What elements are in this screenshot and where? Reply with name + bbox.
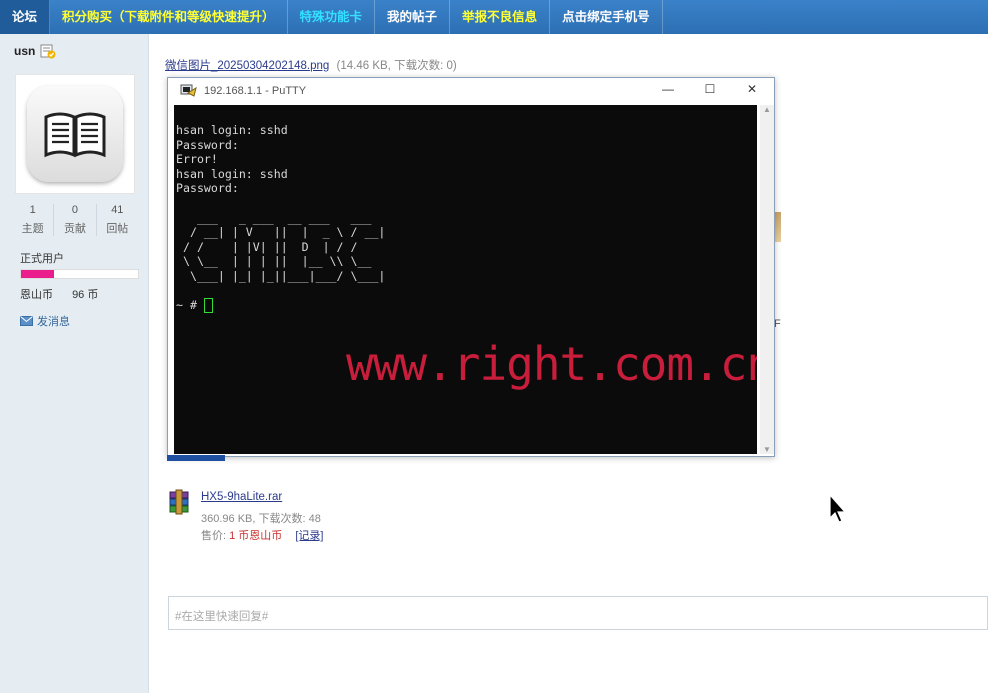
- image-attachment-name[interactable]: 微信图片_20250304202148.png: [165, 60, 329, 72]
- stat-topics-count: 1: [29, 204, 36, 216]
- stat-contribution-count: 0: [71, 204, 79, 216]
- image-attachment-link: 微信图片_20250304202148.png (14.46 KB, 下载次数:…: [165, 57, 457, 73]
- terminal-line: hsan login: sshd: [176, 123, 288, 137]
- avatar[interactable]: [15, 74, 135, 194]
- putty-titlebar: 192.168.1.1 - PuTTY — ☐ ✕: [168, 78, 774, 104]
- putty-window-image[interactable]: 192.168.1.1 - PuTTY — ☐ ✕ hsan login: ss…: [167, 77, 775, 457]
- stat-topics-label: 主题: [21, 223, 44, 235]
- terminal-line: \___| |_| |_||___|___/ \___|: [176, 268, 386, 283]
- terminal-scrollbar[interactable]: ▲ ▼: [760, 105, 774, 454]
- terminal-screen[interactable]: hsan login: sshd Password: Error! hsan l…: [174, 105, 757, 454]
- money-label: 恩山币: [20, 289, 53, 301]
- quick-reply-input[interactable]: #在这里快速回复#: [168, 596, 988, 630]
- level-progress-bar: [20, 269, 139, 279]
- envelope-icon: [20, 316, 33, 326]
- terminal-line: hsan login: sshd: [176, 166, 288, 181]
- rar-attachment-link[interactable]: HX5-9haLite.rar: [201, 491, 282, 503]
- minimize-button[interactable]: —: [658, 82, 678, 96]
- scroll-up-arrow-icon[interactable]: ▲: [760, 105, 774, 114]
- hidden-text-fragment: F: [774, 318, 781, 330]
- purchase-record-link[interactable]: [记录]: [295, 530, 323, 542]
- terminal-line: Password:: [176, 181, 239, 196]
- verified-user-icon: [40, 44, 56, 59]
- close-button[interactable]: ✕: [742, 82, 762, 96]
- terminal-cursor: [203, 298, 213, 314]
- watermark-text: www.right.com.cn: [346, 337, 757, 391]
- terminal-line: / __| | V || | _ \ / __|: [176, 225, 386, 240]
- stat-replies-label: 回帖: [106, 223, 129, 235]
- rar-price: 售价: 1 币恩山币 [记录]: [201, 527, 324, 543]
- nav-bind-phone[interactable]: 点击绑定手机号: [550, 0, 663, 34]
- terminal-output: hsan login: sshd Password: Error! hsan l…: [174, 105, 757, 314]
- stat-contribution[interactable]: 0 贡献: [53, 204, 95, 236]
- terminal-line: / / | |V| || D | / /: [176, 239, 358, 254]
- stat-replies-count: 41: [111, 204, 124, 216]
- send-message-label: 发消息: [37, 316, 70, 328]
- terminal-line: Error!: [176, 152, 218, 167]
- top-nav: 论坛 积分购买（下载附件和等级快速提升） 特殊功能卡 我的帖子 举报不良信息 点…: [0, 0, 988, 34]
- stat-contribution-label: 贡献: [63, 223, 86, 235]
- nav-report[interactable]: 举报不良信息: [450, 0, 551, 34]
- user-money: 恩山币 96 币: [20, 286, 98, 302]
- scroll-down-arrow-icon[interactable]: ▼: [760, 445, 774, 454]
- putty-icon: [180, 84, 197, 97]
- send-message-link[interactable]: 发消息: [20, 313, 70, 329]
- stat-replies[interactable]: 41 回帖: [95, 204, 138, 236]
- stat-topics[interactable]: 1 主题: [12, 204, 53, 236]
- terminal-line: Password:: [176, 137, 239, 152]
- mouse-pointer-icon: [829, 494, 847, 523]
- username[interactable]: usn: [14, 44, 35, 58]
- price-label: 售价:: [201, 530, 227, 542]
- maximize-button[interactable]: ☐: [700, 82, 720, 96]
- putty-title: 192.168.1.1 - PuTTY: [204, 85, 307, 97]
- user-stats: 1 主题 0 贡献 41 回帖: [12, 204, 138, 236]
- terminal-line: ~ #: [176, 298, 197, 313]
- terminal-line: ___ _ ___ __ ___ ___: [176, 210, 372, 225]
- profile-sidebar: usn 1 主题 0 贡献 41 回帖 正式用户 恩山币 96 币 发消息: [0, 34, 149, 693]
- nav-my-posts[interactable]: 我的帖子: [375, 0, 451, 34]
- image-bottom-strip: [167, 455, 225, 461]
- terminal-line: \ \__ | | | || |__ \\ \__: [176, 254, 372, 269]
- nav-special-cards[interactable]: 特殊功能卡: [288, 0, 376, 34]
- image-attachment-meta: (14.46 KB, 下载次数: 0): [336, 60, 457, 72]
- book-icon: [27, 86, 123, 182]
- price-value: 1 币恩山币: [229, 530, 283, 542]
- user-group[interactable]: 正式用户: [20, 250, 64, 266]
- nav-buy-points[interactable]: 积分购买（下载附件和等级快速提升）: [50, 0, 288, 34]
- level-progress-fill: [21, 270, 54, 278]
- money-value: 96 币: [72, 289, 99, 301]
- partial-icon-fragment: [774, 212, 781, 242]
- nav-forum[interactable]: 论坛: [0, 0, 51, 34]
- rar-attachment-meta: 360.96 KB, 下载次数: 48: [201, 513, 321, 525]
- winrar-icon: [169, 489, 189, 515]
